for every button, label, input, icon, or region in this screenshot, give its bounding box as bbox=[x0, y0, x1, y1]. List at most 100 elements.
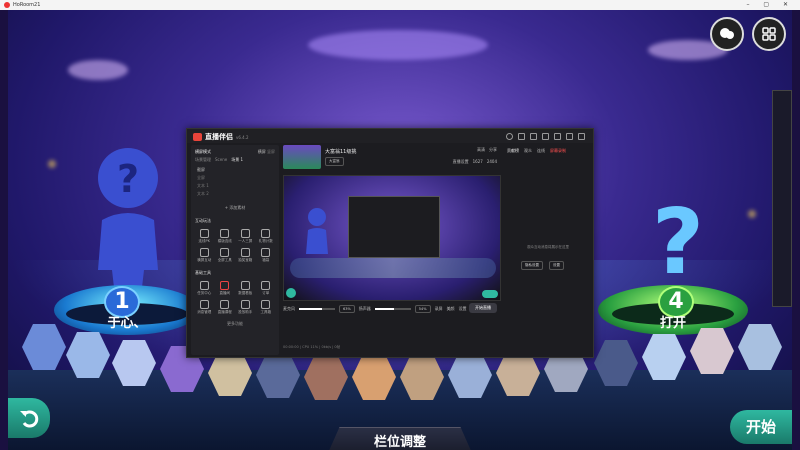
message-icon[interactable] bbox=[518, 133, 525, 140]
middle-panel: 大富翁11级挑 大富翁 高清 分享 直播设置 1627 2404 麦克风 63%… bbox=[283, 145, 501, 355]
stage-light bbox=[68, 60, 128, 80]
tool-record[interactable]: 录屏 bbox=[435, 306, 443, 312]
tab-connect[interactable]: 连线 bbox=[537, 148, 545, 154]
undo-icon bbox=[20, 410, 39, 428]
minimize-icon[interactable] bbox=[554, 133, 561, 140]
add-source-button[interactable]: + 添加素材 bbox=[191, 205, 279, 211]
confetti bbox=[748, 210, 756, 218]
preview-start-icon bbox=[482, 290, 498, 298]
preview-back-icon bbox=[286, 288, 296, 298]
app-logo: 直播伴侣 v6.4.2 bbox=[193, 132, 249, 142]
stream-tag[interactable]: 大富翁 bbox=[325, 157, 344, 166]
basic-tools: 任务中心 直播间 数据看板 订单 消息管理 直播课程 投放助手 工具箱 bbox=[191, 279, 279, 317]
tool-item[interactable]: 数据看板 bbox=[236, 281, 255, 296]
tab-contribution[interactable]: 贡献榜 bbox=[507, 148, 519, 154]
interactive-tools: 连线PK 模版连线 一人三屏 礼物计数 横屏互动 全屏工具 抽奖宝箱 福袋 bbox=[191, 227, 279, 265]
scene-label: 场景管理 bbox=[195, 157, 211, 162]
share-label[interactable]: 分享 bbox=[489, 147, 497, 153]
tab-portrait[interactable]: 竖屏 bbox=[267, 149, 275, 154]
tool-item[interactable]: 直播课程 bbox=[216, 300, 235, 315]
mic-percent: 63% bbox=[339, 305, 355, 313]
basic-title: 基础工具 bbox=[195, 270, 211, 275]
preview-avatars bbox=[290, 258, 496, 278]
tool-item[interactable]: 消息管理 bbox=[195, 300, 214, 315]
os-titlebar: HoRoom21 – ▢ ✕ bbox=[0, 0, 800, 10]
headset-icon[interactable] bbox=[530, 133, 537, 140]
tab-landscape[interactable]: 横屏 bbox=[258, 149, 266, 154]
settings-icon[interactable] bbox=[542, 133, 549, 140]
start-button[interactable]: 开始 bbox=[730, 410, 792, 444]
app-version: v6.4.2 bbox=[236, 134, 249, 140]
mic-slider[interactable] bbox=[299, 308, 335, 310]
start-live-button[interactable]: 开始直播 bbox=[469, 303, 497, 313]
source-item[interactable]: 全屏 bbox=[197, 174, 273, 182]
logo-icon bbox=[193, 133, 202, 141]
record-label[interactable]: 屏幕录制 bbox=[550, 148, 566, 154]
tool-item[interactable]: 横屏互动 bbox=[195, 248, 214, 263]
source-item[interactable]: 文本 1 bbox=[197, 182, 273, 190]
menu-button[interactable] bbox=[752, 17, 786, 51]
tool-item[interactable]: 连线PK bbox=[195, 229, 214, 244]
player-name: 于心、 bbox=[107, 316, 147, 331]
source-item[interactable]: 文本 2 bbox=[197, 190, 273, 198]
tool-item[interactable]: 工具箱 bbox=[257, 300, 276, 315]
tab-audience[interactable]: 观众 bbox=[524, 148, 532, 154]
stream-title[interactable]: 大富翁11级挑 bbox=[325, 148, 356, 155]
settings-button[interactable]: 设置 bbox=[549, 261, 564, 270]
stat-likes: 2404 bbox=[486, 159, 497, 164]
more-tools-button[interactable]: 更多功能 bbox=[191, 321, 279, 327]
tool-item[interactable]: 直播间 bbox=[216, 281, 235, 296]
question-mark-icon: ? bbox=[652, 195, 704, 285]
interactive-title: 互动玩法 bbox=[195, 218, 211, 223]
grid-icon bbox=[762, 27, 776, 41]
speaker-percent: 54% bbox=[414, 305, 431, 313]
friends-button[interactable] bbox=[710, 17, 744, 51]
side-chat-panel bbox=[772, 90, 792, 307]
tool-beauty[interactable]: 美颜 bbox=[447, 306, 455, 312]
stream-preview[interactable] bbox=[283, 175, 501, 301]
empty-message: 观众互动消息将展示在这里 bbox=[527, 245, 569, 249]
tool-item[interactable]: 投放助手 bbox=[236, 300, 255, 315]
scene-selected[interactable]: 场景 1 bbox=[231, 157, 243, 163]
stream-cover[interactable] bbox=[283, 145, 321, 169]
privacy-button[interactable]: 隐私设置 bbox=[521, 261, 543, 270]
streaming-app-window: 直播伴侣 v6.4.2 横屏模式 横屏 竖屏 场景管理 Scene 场景 1 截… bbox=[186, 128, 594, 358]
stage-light bbox=[308, 30, 488, 60]
status-bar: 00:00:00 | CPU 11% | 0kb/s | 0帧 bbox=[283, 345, 341, 349]
mode-label[interactable]: 横屏模式 bbox=[195, 149, 211, 155]
spk-label[interactable]: 扬声器 bbox=[359, 306, 371, 312]
source-item[interactable]: 截屏 bbox=[197, 166, 273, 174]
svg-text:?: ? bbox=[652, 195, 704, 285]
tool-item[interactable]: 抽奖宝箱 bbox=[236, 248, 255, 263]
tool-settings[interactable]: 设置 bbox=[459, 306, 467, 312]
hq-label[interactable]: 高清 bbox=[477, 147, 485, 153]
right-panel: 贡献榜 观众 连线 屏幕录制 观众互动消息将展示在这里 隐私设置 设置 bbox=[507, 145, 589, 355]
left-panel: 横屏模式 横屏 竖屏 场景管理 Scene 场景 1 截屏 全屏 文本 1 文本… bbox=[191, 145, 279, 355]
nested-preview bbox=[348, 196, 440, 258]
chat-heart-icon bbox=[720, 28, 734, 39]
avatar-icon[interactable] bbox=[506, 133, 513, 140]
stat-viewers: 1627 bbox=[472, 159, 483, 164]
position-adjust-button[interactable]: 栏位调整 bbox=[328, 427, 472, 450]
window-controls[interactable]: – ▢ ✕ bbox=[746, 1, 794, 8]
tool-item[interactable]: 一人三屏 bbox=[236, 229, 255, 244]
tool-item[interactable]: 礼物计数 bbox=[257, 229, 276, 244]
scene-tag: Scene bbox=[215, 157, 228, 162]
mic-label[interactable]: 麦克风 bbox=[283, 306, 295, 312]
maximize-icon[interactable] bbox=[566, 133, 573, 140]
tool-item[interactable]: 模版连线 bbox=[216, 229, 235, 244]
app-header: 直播伴侣 v6.4.2 bbox=[187, 129, 593, 143]
back-button[interactable] bbox=[8, 398, 50, 438]
window-title: HoRoom21 bbox=[13, 2, 41, 8]
header-icons bbox=[506, 133, 585, 140]
tool-item[interactable]: 任务中心 bbox=[195, 281, 214, 296]
close-icon[interactable] bbox=[578, 133, 585, 140]
confetti bbox=[48, 160, 56, 168]
tool-item[interactable]: 订单 bbox=[257, 281, 276, 296]
player-silhouette bbox=[306, 208, 328, 254]
speed-label[interactable]: 直播设置 bbox=[453, 159, 469, 165]
tool-item[interactable]: 全屏工具 bbox=[216, 248, 235, 263]
svg-text:?: ? bbox=[117, 157, 139, 201]
speaker-slider[interactable] bbox=[374, 308, 411, 310]
tool-item[interactable]: 福袋 bbox=[257, 248, 276, 263]
